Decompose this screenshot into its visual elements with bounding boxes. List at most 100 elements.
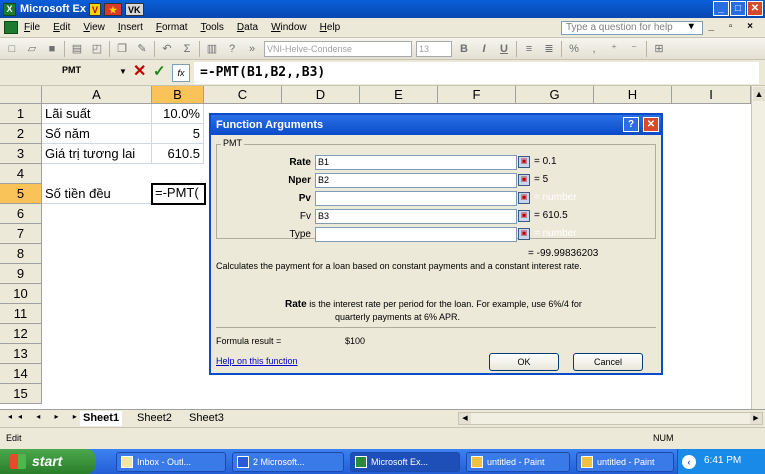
collapse-dialog-icon[interactable]: ▣ — [518, 192, 530, 204]
menu-view[interactable]: View — [83, 22, 105, 33]
cancel-button[interactable]: Cancel — [573, 353, 643, 371]
open-icon[interactable]: ▱ — [24, 41, 40, 57]
comma-icon[interactable]: , — [586, 41, 602, 57]
cell-b2[interactable]: 5 — [152, 124, 204, 144]
column-header-i[interactable]: I — [672, 86, 751, 104]
column-header-e[interactable]: E — [360, 86, 438, 104]
menu-insert[interactable]: Insert — [118, 22, 143, 33]
new-icon[interactable]: □ — [4, 41, 20, 57]
more-options-icon[interactable]: » — [244, 41, 260, 57]
excel-icon[interactable]: X — [3, 2, 16, 16]
row-header-4[interactable]: 4 — [0, 164, 42, 184]
collapse-dialog-icon[interactable]: ▣ — [518, 210, 530, 222]
collapse-dialog-icon[interactable]: ▣ — [518, 156, 530, 168]
row-header-11[interactable]: 11 — [0, 304, 42, 324]
column-header-c[interactable]: C — [204, 86, 282, 104]
column-header-d[interactable]: D — [282, 86, 360, 104]
chart-icon[interactable]: ▥ — [204, 41, 220, 57]
cell-a1[interactable]: Lãi suất — [42, 104, 152, 124]
maximize-button[interactable]: □ — [730, 1, 746, 16]
taskbar-item-word[interactable]: 2 Microsoft... — [232, 452, 344, 472]
borders-icon[interactable]: ⊞ — [651, 41, 667, 57]
help-on-function-link[interactable]: Help on this function — [216, 356, 298, 366]
workbook-icon[interactable] — [4, 21, 18, 34]
vietkey-v-icon[interactable]: V — [89, 2, 102, 16]
pv-input[interactable] — [315, 191, 517, 206]
row-header-10[interactable]: 10 — [0, 284, 42, 304]
row-header-6[interactable]: 6 — [0, 204, 42, 224]
scroll-right-icon[interactable]: ▶ — [750, 413, 762, 424]
row-header-14[interactable]: 14 — [0, 364, 42, 384]
cell-a2[interactable]: Số năm — [42, 124, 152, 144]
row-header-7[interactable]: 7 — [0, 224, 42, 244]
nper-input[interactable]: B2 — [315, 173, 517, 188]
cell-a5[interactable]: Số tiền đều — [42, 184, 152, 204]
autosum-icon[interactable]: Σ — [179, 41, 195, 57]
row-header-12[interactable]: 12 — [0, 324, 42, 344]
cell-a3[interactable]: Giá trị tương lai — [42, 144, 152, 164]
close-button[interactable]: ✕ — [747, 1, 763, 16]
ok-button[interactable]: OK — [489, 353, 559, 371]
bold-button[interactable]: B — [456, 41, 472, 57]
row-header-3[interactable]: 3 — [0, 144, 42, 164]
column-header-g[interactable]: G — [516, 86, 594, 104]
rate-input[interactable]: B1 — [315, 155, 517, 170]
chevron-down-icon[interactable]: ▼ — [119, 67, 127, 76]
row-header-5[interactable]: 5 — [0, 184, 42, 204]
collapse-dialog-icon[interactable]: ▣ — [518, 228, 530, 240]
cell-b1[interactable]: 10.0% — [152, 104, 204, 124]
select-all-corner[interactable] — [0, 86, 42, 104]
name-box[interactable]: PMT — [4, 62, 116, 82]
type-input[interactable] — [315, 227, 517, 242]
vk-icon[interactable]: VK — [125, 2, 144, 16]
cell-b5[interactable]: =-PMT( — [151, 183, 206, 205]
help-search-input[interactable]: Type a question for help — [561, 21, 703, 35]
start-button[interactable]: start — [0, 449, 96, 474]
fv-input[interactable]: B3 — [315, 209, 517, 224]
scroll-left-icon[interactable]: ◀ — [459, 413, 471, 424]
row-header-2[interactable]: 2 — [0, 124, 42, 144]
save-icon[interactable]: ■ — [44, 41, 60, 57]
taskbar-item-outlook[interactable]: Inbox - Outl... — [116, 452, 226, 472]
tab-sheet3[interactable]: Sheet3 — [186, 411, 227, 426]
menu-edit[interactable]: Edit — [53, 22, 70, 33]
column-header-f[interactable]: F — [438, 86, 516, 104]
enter-entry-icon[interactable]: ✓ — [153, 62, 166, 82]
row-header-9[interactable]: 9 — [0, 264, 42, 284]
undo-icon[interactable]: ↶ — [159, 41, 175, 57]
row-header-1[interactable]: 1 — [0, 104, 42, 124]
align-left-icon[interactable]: ≡ — [521, 41, 537, 57]
dialog-title-bar[interactable]: Function Arguments ? ✕ — [211, 115, 661, 135]
decrease-decimal-icon[interactable]: ⁻ — [626, 41, 642, 57]
workbook-window-controls[interactable]: ▾ _ ▫ × — [689, 21, 759, 32]
format-painter-icon[interactable]: ✎ — [134, 41, 150, 57]
dialog-close-button[interactable]: ✕ — [643, 117, 659, 132]
taskbar-item-paint-1[interactable]: untitled - Paint — [466, 452, 570, 472]
menu-help[interactable]: Help — [320, 22, 341, 33]
cell-b3[interactable]: 610.5 — [152, 144, 204, 164]
underline-button[interactable]: U — [496, 41, 512, 57]
column-header-b[interactable]: B — [152, 86, 204, 104]
taskbar-item-excel[interactable]: Microsoft Ex... — [350, 452, 460, 472]
vietnam-flag-icon[interactable]: ★ — [104, 2, 123, 16]
menu-window[interactable]: Window — [271, 22, 307, 33]
taskbar-item-paint-2[interactable]: untitled - Paint — [576, 452, 674, 472]
row-header-8[interactable]: 8 — [0, 244, 42, 264]
center-icon[interactable]: ≣ — [541, 41, 557, 57]
scroll-up-icon[interactable]: ▲ — [753, 87, 765, 101]
italic-button[interactable]: I — [476, 41, 492, 57]
minimize-button[interactable]: _ — [713, 1, 729, 16]
print-icon[interactable]: ▤ — [69, 41, 85, 57]
help-icon[interactable]: ? — [224, 41, 240, 57]
row-header-15[interactable]: 15 — [0, 384, 42, 404]
menu-format[interactable]: Format — [156, 22, 188, 33]
menu-file[interactable]: File — [24, 22, 40, 33]
menu-tools[interactable]: Tools — [201, 22, 224, 33]
row-header-13[interactable]: 13 — [0, 344, 42, 364]
font-size-select[interactable]: 13 — [416, 40, 452, 57]
preview-icon[interactable]: ◰ — [89, 41, 105, 57]
insert-function-icon[interactable]: fx — [172, 64, 190, 82]
copy-icon[interactable]: ❐ — [114, 41, 130, 57]
tab-sheet1[interactable]: Sheet1 — [80, 411, 123, 426]
vertical-scrollbar[interactable]: ▲ — [751, 86, 765, 409]
